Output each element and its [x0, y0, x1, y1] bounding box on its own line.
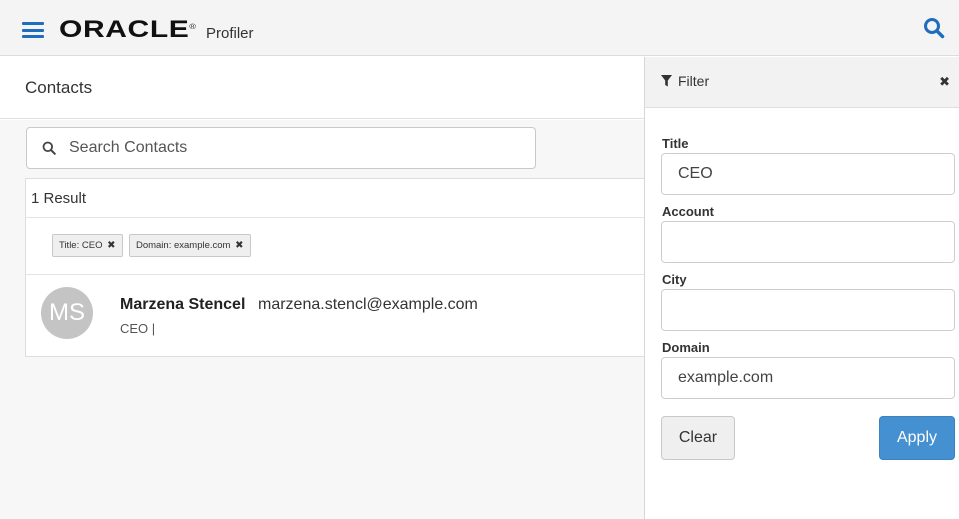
contact-name[interactable]: Marzena Stencel — [120, 296, 245, 314]
brand-logo: ORACLE® — [59, 16, 197, 43]
clear-button[interactable]: Clear — [661, 416, 735, 460]
search-input[interactable] — [69, 136, 519, 160]
close-icon[interactable]: ✖ — [939, 74, 950, 90]
hamburger-menu-icon[interactable] — [22, 22, 44, 38]
filter-panel: Filter ✖ Title Account City Domain Clear… — [644, 57, 959, 519]
search-icon[interactable] — [923, 17, 945, 39]
search-icon — [42, 141, 56, 155]
filter-title: Filter — [678, 73, 710, 89]
divider — [26, 274, 645, 275]
active-filter-chips: Title: CEO ✖ Domain: example.com ✖ — [52, 234, 253, 257]
apply-button[interactable]: Apply — [879, 416, 955, 460]
account-field[interactable] — [661, 221, 955, 263]
filter-chip-title[interactable]: Title: CEO ✖ — [52, 234, 123, 257]
domain-field[interactable] — [661, 357, 955, 399]
city-label: City — [662, 272, 687, 287]
account-label: Account — [662, 204, 714, 219]
page-title: Contacts — [25, 78, 93, 97]
top-bar: ORACLE® Profiler — [0, 0, 959, 56]
close-icon[interactable]: ✖ — [107, 240, 115, 251]
filter-header: Filter ✖ — [645, 57, 959, 108]
domain-label: Domain — [662, 340, 710, 355]
title-label: Title — [662, 136, 689, 151]
title-field[interactable] — [661, 153, 955, 195]
contact-email[interactable]: marzena.stencl@example.com — [258, 296, 478, 314]
result-count: 1 Result — [31, 190, 87, 207]
contacts-header: Contacts — [0, 57, 644, 119]
product-name: Profiler — [206, 25, 254, 42]
filter-chip-domain[interactable]: Domain: example.com ✖ — [128, 234, 251, 257]
avatar[interactable]: MS — [41, 287, 93, 339]
contact-title: CEO | — [120, 321, 156, 336]
contact-search-box[interactable] — [26, 127, 536, 169]
funnel-icon — [661, 75, 672, 87]
city-field[interactable] — [661, 289, 955, 331]
close-icon[interactable]: ✖ — [235, 240, 243, 251]
results-card: 1 Result Title: CEO ✖ Domain: example.co… — [25, 178, 645, 357]
divider — [26, 217, 645, 218]
